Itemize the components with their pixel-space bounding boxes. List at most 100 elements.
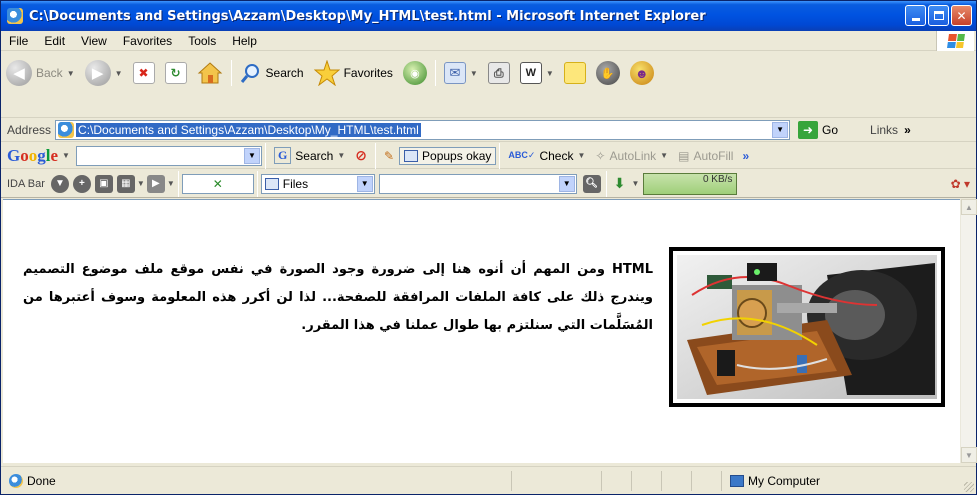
links-label[interactable]: Links xyxy=(870,123,898,137)
home-icon xyxy=(197,62,222,84)
maximize-button[interactable] xyxy=(928,5,949,26)
ida-media-dropdown-icon[interactable]: ▼ xyxy=(167,179,175,188)
ida-search-icon[interactable]: 🔍︎ xyxy=(582,174,601,193)
scroll-up-icon[interactable]: ▲ xyxy=(961,199,977,215)
google-search-dropdown-icon[interactable]: ▼ xyxy=(243,147,260,164)
toolbar-separator xyxy=(264,142,266,169)
refresh-button[interactable]: ↻ xyxy=(160,56,192,90)
back-dropdown-icon[interactable]: ▼ xyxy=(67,69,75,78)
ida-download-dropdown-icon[interactable]: ▼ xyxy=(631,179,639,188)
ida-search-dropdown-icon[interactable]: ▼ xyxy=(558,175,575,192)
popup-blocker-icon xyxy=(404,149,419,162)
favorites-button[interactable]: Favorites xyxy=(309,56,398,90)
spell-check-button[interactable]: ABC✓ Check ▼ xyxy=(503,149,590,163)
autolink-dropdown-icon[interactable]: ▼ xyxy=(660,151,668,160)
print-icon: ⎙ xyxy=(487,62,510,84)
messenger-button[interactable]: ✋ xyxy=(591,56,625,90)
popups-okay-button[interactable]: Popups okay xyxy=(399,146,497,165)
security-zone[interactable]: My Computer xyxy=(721,470,887,491)
search-button[interactable]: Search xyxy=(235,56,309,90)
status-cell xyxy=(601,470,631,491)
minimize-button[interactable] xyxy=(905,5,926,26)
vertical-scrollbar[interactable]: ▲ ▼ xyxy=(960,199,977,463)
toolbar-separator xyxy=(256,170,258,197)
google-more-icon[interactable]: » xyxy=(742,149,749,163)
ida-download-icon[interactable]: ▼ xyxy=(50,174,69,193)
ida-picture-icon[interactable]: ▦ xyxy=(116,174,135,193)
address-label: Address xyxy=(7,122,52,137)
browser-window: C:\Documents and Settings\Azzam\Desktop\… xyxy=(0,0,977,495)
circuit-board-photo xyxy=(677,255,937,399)
mail-button[interactable]: ✉ ▼ xyxy=(439,56,483,90)
menu-favorites[interactable]: Favorites xyxy=(115,34,180,48)
ida-download-arrow-icon[interactable]: ⬇ xyxy=(614,175,626,192)
my-computer-icon xyxy=(730,474,744,487)
go-button[interactable]: ➜ Go xyxy=(798,120,838,139)
google-search-options-icon[interactable]: ▼ xyxy=(337,151,345,160)
ida-media-icon[interactable]: ▶ xyxy=(146,174,165,193)
title-bar[interactable]: C:\Documents and Settings\Azzam\Desktop\… xyxy=(1,1,976,31)
standard-toolbar: ◀ Back ▼ ▶ ▼ ✖ ↻ Search Favorites ◉ ✉ ▼ … xyxy=(1,52,976,118)
status-cell xyxy=(661,470,691,491)
maximize-icon xyxy=(933,11,944,20)
google-logo[interactable]: Google xyxy=(1,146,62,166)
check-dropdown-icon[interactable]: ▼ xyxy=(577,151,585,160)
blog-button[interactable]: ✎ xyxy=(379,149,399,163)
forward-dropdown-icon[interactable]: ▼ xyxy=(115,69,123,78)
mail-dropdown-icon[interactable]: ▼ xyxy=(470,69,478,78)
address-input[interactable]: C:\Documents and Settings\Azzam\Desktop\… xyxy=(55,119,791,140)
address-url[interactable]: C:\Documents and Settings\Azzam\Desktop\… xyxy=(76,122,421,137)
windows-logo xyxy=(936,31,974,51)
stop-button[interactable]: ✖ xyxy=(128,56,160,90)
back-button[interactable]: ◀ Back ▼ xyxy=(1,56,80,90)
pagerank-button[interactable]: ⊘ xyxy=(350,147,372,164)
ida-search-input[interactable]: ▼ xyxy=(378,173,577,194)
scroll-down-icon[interactable]: ▼ xyxy=(961,447,977,463)
word-icon: W xyxy=(519,62,542,84)
notes-button[interactable] xyxy=(559,56,591,90)
google-g-icon: G xyxy=(273,147,292,164)
ida-options-icon[interactable]: ✿ ▾ xyxy=(951,177,970,191)
ida-arrow-icon: ✕ xyxy=(212,176,223,191)
menu-file[interactable]: File xyxy=(1,34,36,48)
ida-status-box[interactable]: ✕ xyxy=(181,173,254,194)
minimize-icon xyxy=(911,18,920,21)
check-label: Check xyxy=(539,148,574,163)
resize-grip-icon[interactable] xyxy=(964,482,974,492)
google-search-button[interactable]: G Search ▼ xyxy=(269,147,350,164)
forward-button[interactable]: ▶ ▼ xyxy=(80,56,128,90)
menu-edit[interactable]: Edit xyxy=(36,34,73,48)
toolbar-separator xyxy=(230,60,232,86)
ida-add-icon[interactable]: + xyxy=(72,174,91,193)
menu-view[interactable]: View xyxy=(73,34,115,48)
window-controls: ✕ xyxy=(905,5,972,26)
media-button[interactable]: ◉ xyxy=(398,56,432,90)
close-button[interactable]: ✕ xyxy=(951,5,972,26)
menu-tools[interactable]: Tools xyxy=(180,34,224,48)
window-title: C:\Documents and Settings\Azzam\Desktop\… xyxy=(29,8,706,24)
sticky-note-icon xyxy=(563,62,586,84)
google-menu-dropdown-icon[interactable]: ▼ xyxy=(62,151,70,160)
smiley-button[interactable]: ☻ xyxy=(625,56,659,90)
autolink-icon: ✧ xyxy=(595,148,606,163)
google-search-input[interactable]: ▼ xyxy=(75,145,262,166)
files-dropdown[interactable]: Files ▼ xyxy=(260,173,375,194)
ida-window-icon[interactable]: ▣ xyxy=(94,174,113,193)
windows-flag-icon xyxy=(946,34,965,48)
back-arrow-icon: ◀ xyxy=(6,60,32,86)
links-more-icon[interactable]: » xyxy=(904,123,911,137)
autolink-button[interactable]: ✧ AutoLink ▼ xyxy=(590,149,673,163)
address-bar: Address C:\Documents and Settings\Azzam\… xyxy=(1,118,976,142)
edit-button[interactable]: W ▼ xyxy=(515,56,559,90)
page-content[interactable]: HTML ومن المهم أن أنوه هنا إلى ضرورة وجو… xyxy=(3,199,960,463)
mail-icon: ✉ xyxy=(443,62,466,84)
menu-help[interactable]: Help xyxy=(224,34,265,48)
toolbar-separator xyxy=(499,142,501,169)
ida-picture-dropdown-icon[interactable]: ▼ xyxy=(137,179,145,188)
print-button[interactable]: ⎙ xyxy=(483,56,515,90)
edit-dropdown-icon[interactable]: ▼ xyxy=(546,69,554,78)
autofill-button[interactable]: ▤ AutoFill xyxy=(673,149,738,163)
files-dropdown-icon[interactable]: ▼ xyxy=(356,175,373,192)
address-dropdown-icon[interactable]: ▼ xyxy=(772,121,789,138)
home-button[interactable] xyxy=(192,56,228,90)
